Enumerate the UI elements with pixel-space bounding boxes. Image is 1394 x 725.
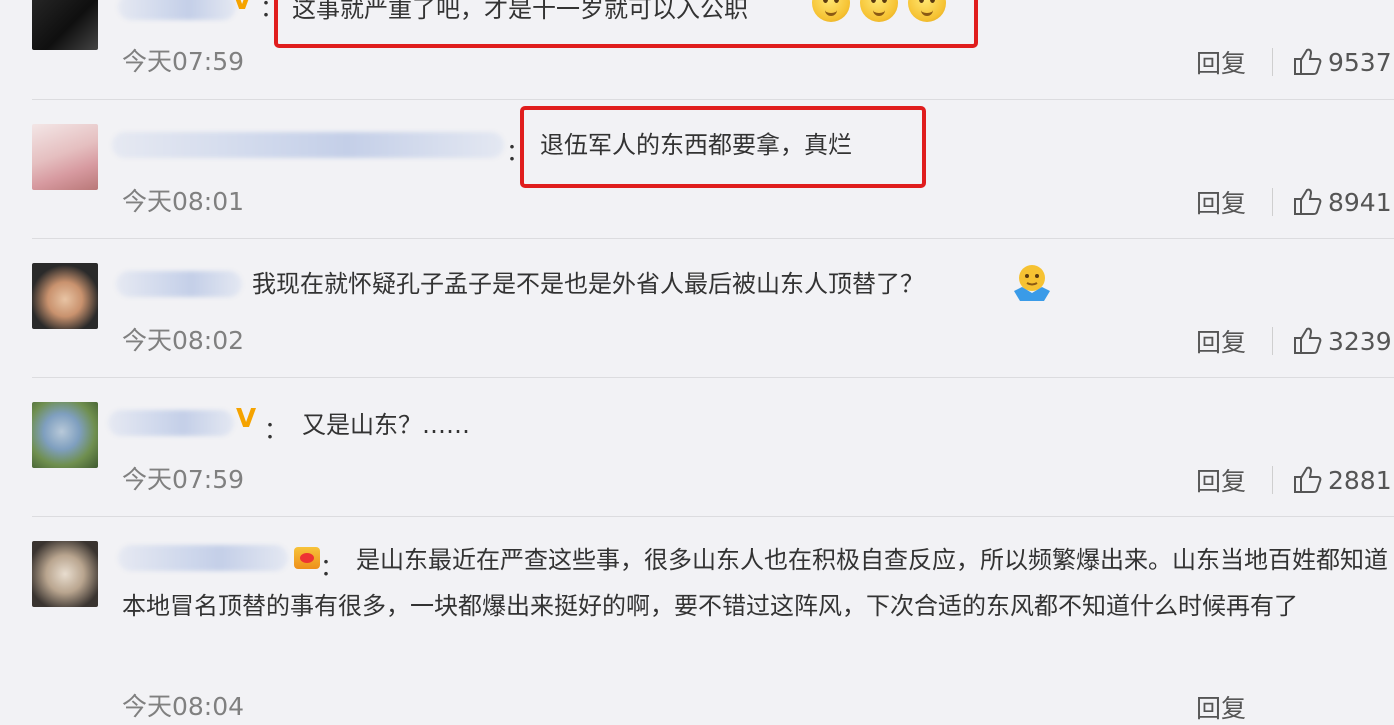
username-blurred[interactable] xyxy=(108,410,234,436)
username-blurred[interactable] xyxy=(112,132,504,158)
reply-button[interactable]: 回复 xyxy=(1196,44,1246,80)
comment-2: ： 退伍军人的东西都要拿，真烂 今天08:01 回复 8941 xyxy=(0,100,1394,238)
avatar[interactable] xyxy=(32,402,98,468)
comment-time: 今天07:59 xyxy=(122,47,245,76)
verified-badge: V xyxy=(236,404,257,434)
highlight-box xyxy=(520,106,926,188)
highlight-box xyxy=(274,0,978,48)
comment-time: 今天08:02 xyxy=(122,326,245,355)
comment-4: V ： 又是山东？…… 今天07:59 回复 2881 xyxy=(0,378,1394,516)
like-count: 9537 xyxy=(1328,48,1392,77)
divider xyxy=(1272,327,1273,355)
thumbs-up-icon[interactable] xyxy=(1292,464,1322,494)
like-count: 3239 xyxy=(1328,327,1392,356)
avatar[interactable] xyxy=(32,263,98,329)
divider xyxy=(1272,466,1273,494)
divider xyxy=(1272,48,1273,76)
reply-button[interactable]: 回复 xyxy=(1196,462,1246,498)
reply-button[interactable]: 回复 xyxy=(1196,323,1246,359)
comment-text: 我现在就怀疑孔子孟子是不是也是外省人最后被山东人顶替了？ xyxy=(252,270,924,298)
avatar[interactable] xyxy=(32,541,98,607)
avatar[interactable] xyxy=(32,0,98,50)
thumbs-up-icon[interactable] xyxy=(1292,325,1322,355)
reply-button[interactable]: 回复 xyxy=(1196,184,1246,220)
colon: ： xyxy=(264,416,288,444)
avatar[interactable] xyxy=(32,124,98,190)
reply-button[interactable]: 回复 xyxy=(1196,689,1246,725)
username-blurred[interactable] xyxy=(118,0,236,20)
divider xyxy=(1272,188,1273,216)
comment-time: 今天08:01 xyxy=(122,187,245,216)
comment-time: 今天07:59 xyxy=(122,465,245,494)
username-blurred[interactable] xyxy=(116,271,242,297)
comment-text: 是山东最近在严查这些事，很多山东人也在积极自查反应，所以频繁爆出来。山东当地百姓… xyxy=(122,546,1388,620)
thumbs-up-icon[interactable] xyxy=(1292,186,1322,216)
like-count: 2881 xyxy=(1328,466,1392,495)
like-count: 8941 xyxy=(1328,188,1392,217)
verified-badge: V xyxy=(232,0,253,16)
comment-5: ： 是山东最近在严查这些事，很多山东人也在积极自查反应，所以频繁爆出来。山东当地… xyxy=(0,517,1394,723)
shrug-emoji-icon xyxy=(1014,265,1050,301)
thumbs-up-icon[interactable] xyxy=(1292,46,1322,76)
comment-1: V ： 这事就严重了吧，才是十一岁就可以入公职 今天07:59 回复 9537 xyxy=(0,0,1394,100)
comment-time: 今天08:04 xyxy=(122,692,245,721)
comment-3: 我现在就怀疑孔子孟子是不是也是外省人最后被山东人顶替了？ 今天08:02 回复 … xyxy=(0,239,1394,377)
comment-text: 又是山东？…… xyxy=(302,411,470,439)
